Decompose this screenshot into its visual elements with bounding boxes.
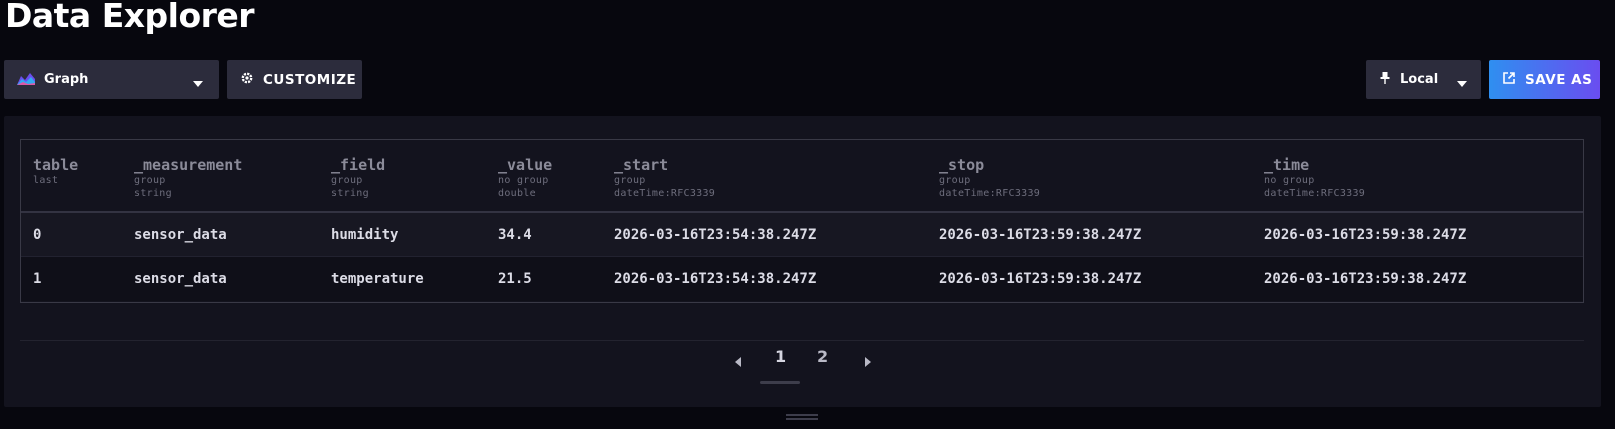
save-as-button[interactable]: SAVE AS bbox=[1489, 60, 1600, 99]
column-group: group bbox=[939, 175, 971, 186]
timezone-dropdown[interactable]: Local bbox=[1366, 60, 1481, 99]
column-header-start[interactable]: _start group dateTime:RFC3339 bbox=[614, 140, 715, 200]
resize-handle[interactable] bbox=[786, 414, 818, 422]
column-type: string bbox=[331, 188, 369, 199]
table-row: 1 sensor_data temperature 21.5 2026-03-1… bbox=[21, 257, 1583, 301]
table-cell: 21.5 bbox=[498, 271, 532, 287]
column-name: _field bbox=[331, 156, 386, 174]
active-page-indicator bbox=[760, 381, 800, 384]
export-icon bbox=[1503, 71, 1515, 88]
chevron-down-icon bbox=[1457, 76, 1467, 91]
column-group: no group bbox=[1264, 175, 1315, 186]
save-as-label: SAVE AS bbox=[1525, 71, 1593, 88]
pin-icon bbox=[1380, 71, 1390, 88]
pagination: 1 2 bbox=[4, 347, 1601, 389]
table-cell: sensor_data bbox=[134, 271, 227, 287]
column-type: dateTime:RFC3339 bbox=[1264, 188, 1366, 199]
column-group: group bbox=[614, 175, 646, 186]
column-type: double bbox=[498, 188, 536, 199]
table-cell: 2026-03-16T23:59:38.247Z bbox=[1264, 271, 1467, 287]
gear-icon bbox=[241, 72, 253, 88]
column-group: no group bbox=[498, 175, 549, 186]
table-cell: 2026-03-16T23:59:38.247Z bbox=[939, 227, 1142, 243]
table-cell: humidity bbox=[331, 227, 399, 243]
column-group: last bbox=[33, 175, 59, 186]
visualization-type-dropdown[interactable]: Graph bbox=[4, 60, 219, 99]
column-name: _value bbox=[498, 156, 553, 174]
customize-label: CUSTOMIZE bbox=[263, 71, 357, 88]
column-type: dateTime:RFC3339 bbox=[614, 188, 716, 199]
table-cell: 0 bbox=[33, 227, 42, 243]
page-1-button[interactable]: 1 bbox=[775, 347, 786, 366]
column-header-value[interactable]: _value no group double bbox=[498, 140, 552, 200]
table-cell: 2026-03-16T23:54:38.247Z bbox=[614, 227, 817, 243]
page-title: Data Explorer bbox=[5, 0, 255, 35]
table-row: 0 sensor_data humidity 34.4 2026-03-16T2… bbox=[21, 213, 1583, 257]
results-table: table last _measurement group string _fi… bbox=[20, 139, 1584, 303]
table-cell: 2026-03-16T23:54:38.247Z bbox=[614, 271, 817, 287]
table-header: table last _measurement group string _fi… bbox=[21, 140, 1583, 213]
timezone-label: Local bbox=[1400, 72, 1439, 87]
next-page-icon[interactable] bbox=[865, 352, 871, 371]
column-header-time[interactable]: _time no group dateTime:RFC3339 bbox=[1264, 140, 1365, 200]
page-2-button[interactable]: 2 bbox=[817, 347, 828, 366]
column-type: string bbox=[134, 188, 172, 199]
column-type: dateTime:RFC3339 bbox=[939, 188, 1041, 199]
column-header-measurement[interactable]: _measurement group string bbox=[134, 140, 242, 200]
column-header-field[interactable]: _field group string bbox=[331, 140, 385, 200]
column-group: group bbox=[134, 175, 166, 186]
chevron-down-icon bbox=[193, 76, 203, 91]
column-header-stop[interactable]: _stop group dateTime:RFC3339 bbox=[939, 140, 1040, 200]
table-cell: 2026-03-16T23:59:38.247Z bbox=[1264, 227, 1467, 243]
previous-page-icon[interactable] bbox=[735, 352, 741, 371]
pagination-divider bbox=[20, 340, 1584, 341]
table-cell: sensor_data bbox=[134, 227, 227, 243]
graph-icon bbox=[16, 70, 36, 90]
table-cell: temperature bbox=[331, 271, 424, 287]
table-cell: 34.4 bbox=[498, 227, 532, 243]
column-name: _start bbox=[614, 156, 669, 174]
column-name: _time bbox=[1264, 156, 1310, 174]
column-group: group bbox=[331, 175, 363, 186]
table-cell: 2026-03-16T23:59:38.247Z bbox=[939, 271, 1142, 287]
visualization-type-label: Graph bbox=[44, 72, 89, 87]
column-name: table bbox=[33, 156, 79, 174]
column-header-table[interactable]: table last bbox=[33, 140, 78, 187]
column-name: _stop bbox=[939, 156, 985, 174]
column-name: _measurement bbox=[134, 156, 243, 174]
customize-button[interactable]: CUSTOMIZE bbox=[227, 60, 362, 99]
table-cell: 1 bbox=[33, 271, 42, 287]
results-panel: table last _measurement group string _fi… bbox=[4, 116, 1601, 407]
